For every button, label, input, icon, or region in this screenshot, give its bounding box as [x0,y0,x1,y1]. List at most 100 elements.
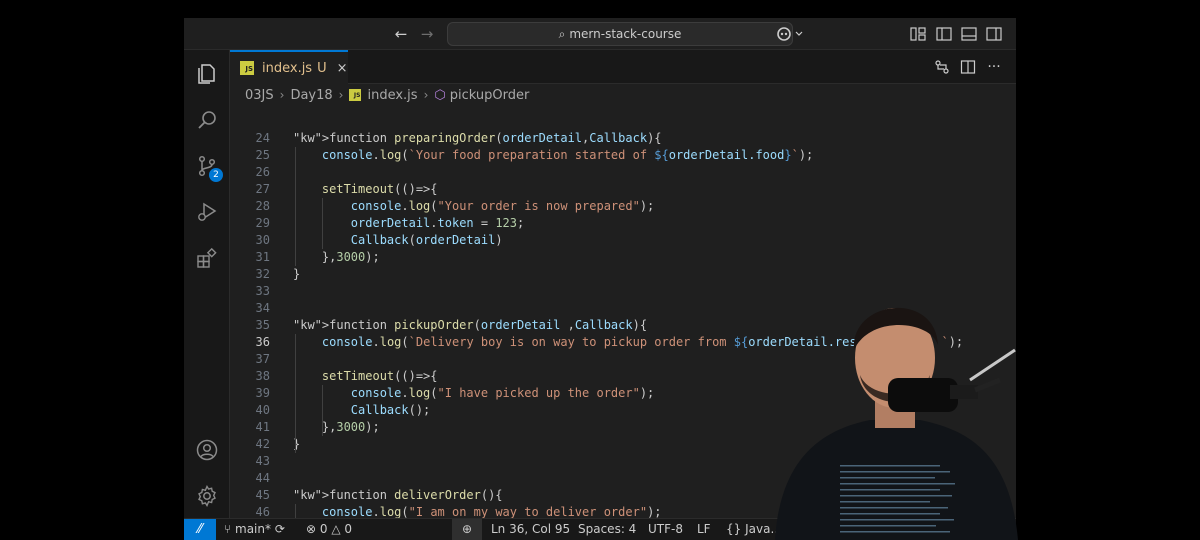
search-icon: ⌕ [558,27,566,41]
line-number: 25 [255,148,270,162]
code-line: orderDetail.token = 123; [350,216,525,230]
line-number: 30 [255,233,270,247]
line-number: 37 [255,352,270,366]
explorer-icon[interactable] [184,54,230,94]
line-number: 32 [255,267,270,281]
warning-icon: △ [331,522,341,536]
line-number: 34 [255,301,270,315]
line-number: 24 [255,131,270,145]
copilot-button[interactable] [774,18,808,50]
breadcrumb-item-day18[interactable]: Day18 [290,88,332,103]
tab-label: index.js [262,60,313,76]
code-line: console.log("Your order is now prepared"… [350,199,655,213]
encoding-status[interactable]: UTF-8 [648,519,683,540]
error-count: 0 [319,522,328,536]
code-line: Callback(orderDetail) [350,233,503,247]
extensions-icon[interactable] [184,238,230,278]
activity-bar: 2 [184,50,230,518]
eol-status[interactable]: LF [697,519,711,540]
tab-index-js[interactable]: JS index.js U × [230,50,348,84]
line-number: 41 [255,420,270,434]
customize-layout-icon[interactable] [910,26,926,42]
javascript-file-icon: JS [349,89,362,101]
problems-status[interactable]: ⊗ 0 △ 0 [306,519,352,540]
code-line: console.log("I have picked up the order"… [350,386,655,400]
code-line: console.log(`Your food preparation start… [321,148,814,162]
line-number: 33 [255,284,270,298]
toggle-secondary-sidebar-icon[interactable] [986,26,1002,42]
webcam-overlay [770,280,1020,540]
line-number: 29 [255,216,270,230]
chevron-right-icon: › [338,88,344,102]
arrow-left-icon[interactable]: ← [390,18,412,50]
breadcrumb-item-index-js[interactable]: index.js [367,88,417,103]
code-line: setTimeout(()=>{ [321,369,438,383]
branch-name: main* [235,522,271,536]
sync-icon[interactable]: ⟳ [275,522,285,536]
screen: ← → ⌕ mern-stack-course 2 JS index.js U … [0,0,1200,540]
warning-count: 0 [344,522,353,536]
title-bar: ← → ⌕ mern-stack-course [184,18,1016,50]
indent-guide [322,385,323,436]
manage-gear-icon[interactable] [184,476,230,516]
arrow-right-icon[interactable]: → [416,18,438,50]
toggle-primary-sidebar-icon[interactable] [936,26,952,42]
line-number: 31 [255,250,270,264]
split-editor-icon[interactable] [956,50,980,84]
symbol-method-icon: ⬡ [434,87,446,103]
compare-changes-icon[interactable] [930,50,954,84]
line-number: 46 [255,505,270,518]
zoom-icon[interactable]: ⊕ [452,519,482,540]
line-number: 44 [255,471,270,485]
error-icon: ⊗ [306,522,317,536]
line-number: 43 [255,454,270,468]
code-line: Callback(); [350,403,431,417]
code-line: },3000); [293,250,380,264]
search-text: mern-stack-course [569,27,682,41]
breadcrumb-item-pickuporder[interactable]: pickupOrder [450,88,530,103]
untracked-status: U [317,60,327,76]
chevron-right-icon: › [423,88,429,102]
code-line: setTimeout(()=>{ [321,182,438,196]
code-line: },3000); [293,420,380,434]
breadcrumb: 03JS › Day18 › JS index.js › ⬡ pickupOrd… [230,84,1016,106]
source-control-icon[interactable]: 2 [184,146,230,186]
source-control-badge: 2 [209,168,223,182]
line-number: 35 [255,318,270,332]
branch-status[interactable]: ⑂ main* ⟳ [224,519,285,540]
remote-indicator-icon[interactable]: ⁄⁄ [184,519,216,540]
breadcrumb-item-03js[interactable]: 03JS [245,88,274,103]
run-debug-icon[interactable] [184,192,230,232]
toggle-panel-icon[interactable] [961,26,977,42]
language-braces-icon: {} [726,522,742,536]
javascript-file-icon: JS [240,61,254,75]
command-center-search[interactable]: ⌕ mern-stack-course [447,22,793,46]
indent-guide [322,198,323,249]
line-number: 45 [255,488,270,502]
indent-guide [295,147,296,266]
cursor-position[interactable]: Ln 36, Col 95 [491,519,570,540]
line-number: 36 [255,335,270,349]
code-line: "kw">function deliverOrder(){ [293,488,503,502]
line-number: 38 [255,369,270,383]
accounts-icon[interactable] [184,430,230,470]
git-branch-icon: ⑂ [224,522,236,536]
editor-tab-bar: JS index.js U × ··· [230,50,1016,84]
chevron-right-icon: › [279,88,285,102]
more-actions-icon[interactable]: ··· [982,50,1006,84]
line-number: 42 [255,437,270,451]
code-line: } [293,267,301,281]
code-line: "kw">function preparingOrder(orderDetail… [293,131,662,145]
code-line: console.log("I am on my way to deliver o… [321,505,662,518]
line-number: 28 [255,199,270,213]
indentation-status[interactable]: Spaces: 4 [578,519,636,540]
indent-guide [295,504,296,518]
line-number: 40 [255,403,270,417]
code-line: "kw">function pickupOrder(orderDetail ,C… [293,318,648,332]
search-icon[interactable] [184,100,230,140]
close-icon[interactable]: × [337,61,348,76]
line-number: 27 [255,182,270,196]
line-number: 39 [255,386,270,400]
indent-guide [295,334,296,453]
line-number: 26 [255,165,270,179]
